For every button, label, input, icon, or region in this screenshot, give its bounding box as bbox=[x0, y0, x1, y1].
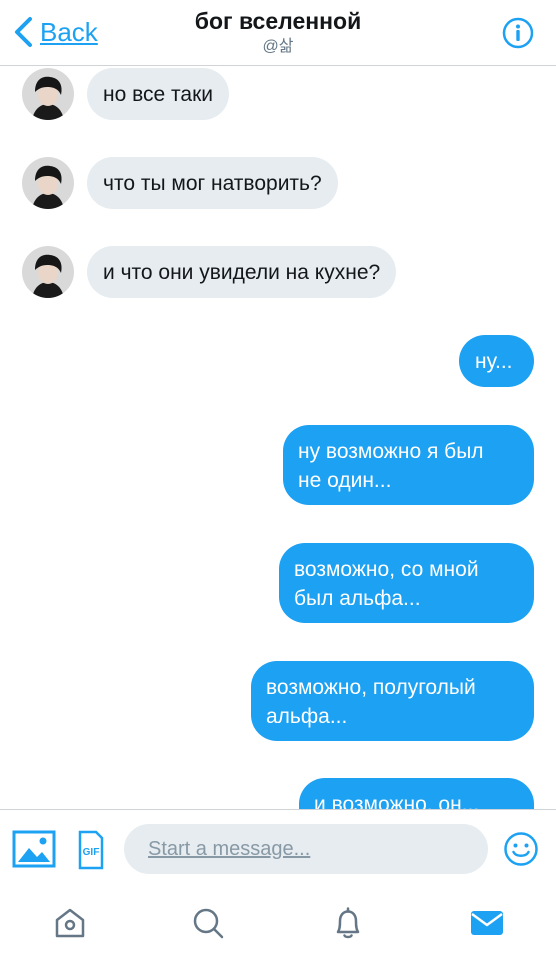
message-line: альфа... bbox=[266, 705, 348, 728]
message-line: не один... bbox=[298, 469, 392, 492]
conversation-header: Back бог вселенной @삶 bbox=[0, 0, 556, 66]
message-bubble-outgoing[interactable]: ну... bbox=[459, 335, 534, 387]
svg-text:GIF: GIF bbox=[83, 847, 100, 858]
conversation-title-block: бог вселенной @삶 bbox=[0, 7, 556, 57]
notifications-bell-icon[interactable] bbox=[330, 905, 366, 941]
message-bubble-outgoing[interactable]: возможно, со мной был альфа... bbox=[279, 543, 534, 623]
message-line: ну возможно я был bbox=[298, 440, 484, 463]
emoji-icon[interactable] bbox=[503, 831, 539, 867]
tab-bar bbox=[0, 887, 556, 960]
messages-envelope-icon[interactable] bbox=[469, 905, 505, 941]
avatar[interactable] bbox=[22, 68, 74, 120]
message-bubble[interactable]: но все таки bbox=[87, 68, 230, 120]
image-icon[interactable] bbox=[12, 830, 56, 868]
message-bubble-outgoing[interactable]: и возможно, он... bbox=[299, 778, 534, 809]
info-icon[interactable] bbox=[502, 17, 534, 49]
message-input[interactable] bbox=[124, 824, 488, 874]
gif-icon[interactable]: GIF bbox=[78, 830, 104, 870]
conversation-handle: @삶 bbox=[262, 38, 294, 55]
conversation-title: бог вселенной bbox=[194, 8, 362, 34]
search-icon[interactable] bbox=[190, 905, 226, 941]
avatar[interactable] bbox=[22, 157, 74, 209]
avatar[interactable] bbox=[22, 246, 74, 298]
message-line: возможно, полуголый bbox=[266, 676, 476, 699]
message-bubble-outgoing[interactable]: возможно, полуголый альфа... bbox=[251, 661, 534, 741]
message-composer: GIF bbox=[0, 809, 556, 887]
message-line: возможно, со мной bbox=[294, 558, 479, 581]
message-bubble[interactable]: и что они увидели на кухне? bbox=[87, 246, 397, 298]
message-bubble[interactable]: что ты мог натворить? bbox=[87, 157, 338, 209]
message-list[interactable]: но все таки что ты мог натворить? и что … bbox=[0, 66, 556, 809]
message-bubble-outgoing[interactable]: ну возможно я был не один... bbox=[283, 425, 534, 505]
message-line: был альфа... bbox=[294, 587, 421, 610]
home-icon[interactable] bbox=[52, 905, 88, 941]
